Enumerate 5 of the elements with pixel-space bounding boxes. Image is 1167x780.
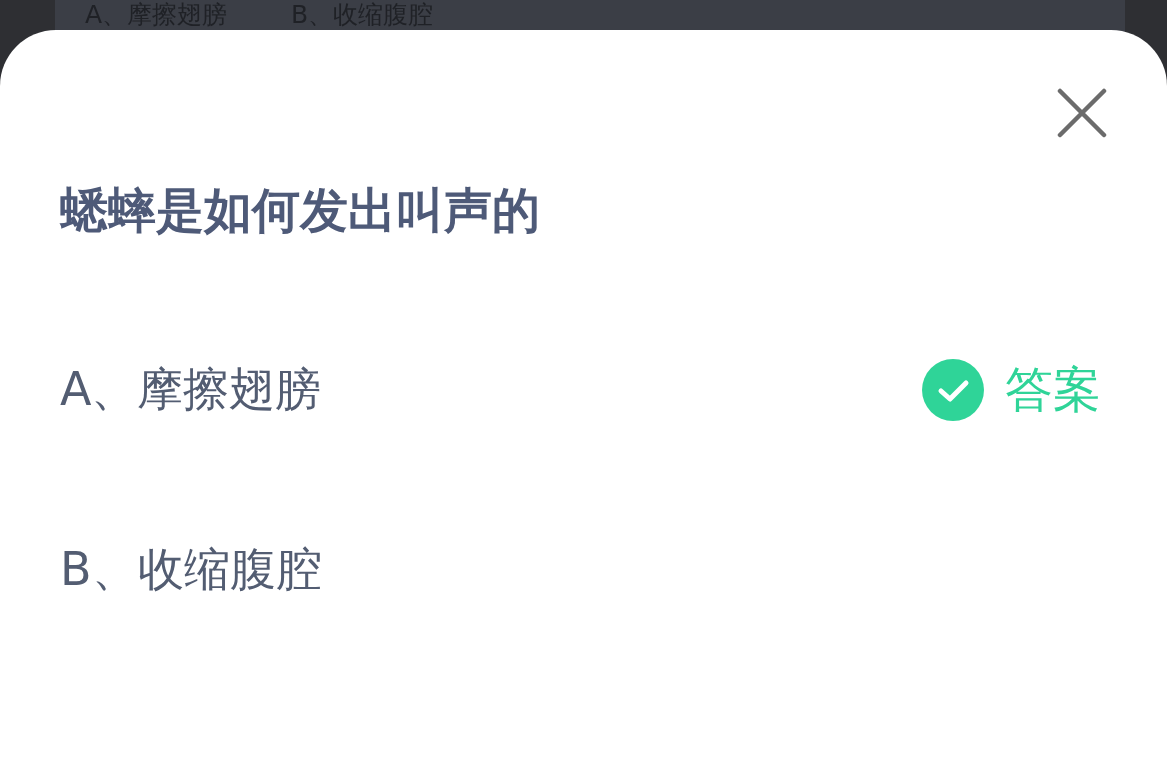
question-title: 蟋蟀是如何发出叫声的: [60, 181, 541, 240]
answer-option[interactable]: A、摩擦翅膀: [60, 359, 322, 421]
close-icon[interactable]: [1057, 88, 1107, 138]
answer-option[interactable]: B、收缩腹腔: [60, 539, 322, 601]
answer-label: 答案: [1005, 360, 1101, 419]
